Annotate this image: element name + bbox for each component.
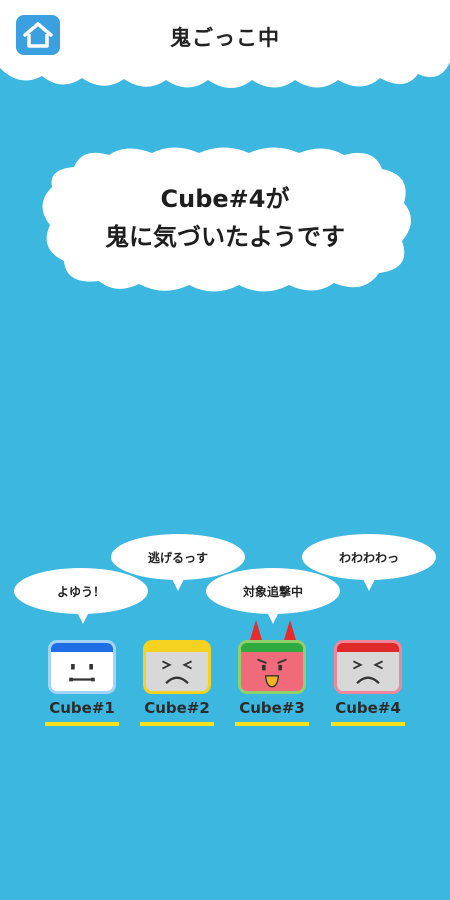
bubble-tail-cube1 [76, 610, 90, 624]
cube-3[interactable] [238, 640, 306, 694]
cube-2[interactable] [143, 640, 211, 694]
cube-4-face-icon [353, 660, 383, 684]
cube-1[interactable] [48, 640, 116, 694]
speech-bubble-cube3: 対象追撃中 [206, 568, 340, 614]
cube-3-label: Cube#3 [239, 699, 305, 717]
bubble-tail-cube4 [362, 577, 376, 591]
message-line-1: Cube#4が [160, 185, 290, 213]
page-title: 鬼ごっこ中 [170, 26, 280, 50]
cube-2-label: Cube#2 [144, 699, 210, 717]
message-text: Cube#4が 鬼に気づいたようです [34, 180, 416, 256]
screen: 鬼ごっこ中 Cube#4が 鬼に気づいたようです よゆう！ 逃げるっす 対象追撃… [0, 0, 450, 900]
cube-4[interactable] [334, 640, 402, 694]
cube-4-top [337, 643, 399, 652]
bubble-text-cube4: わわわわっ [338, 550, 399, 565]
cube-2-underline [140, 722, 214, 726]
bubble-text-cube1: よゆう！ [56, 584, 105, 599]
cube-1-label: Cube#1 [49, 699, 115, 717]
cube-3-top [241, 643, 303, 652]
cube-3-underline [235, 722, 309, 726]
bubble-text-cube3: 対象追撃中 [242, 584, 303, 599]
speech-bubble-cube2: 逃げるっす [111, 534, 245, 580]
cube-1-face-icon [69, 664, 95, 682]
message-line-2: 鬼に気づいたようです [105, 223, 345, 251]
cube-2-top [146, 643, 208, 652]
cube-1-underline [45, 722, 119, 726]
bubble-text-cube2: 逃げるっす [147, 550, 208, 565]
bubble-tail-cube2 [171, 577, 185, 591]
cube-4-underline [331, 722, 405, 726]
cube-3-face-icon [257, 658, 287, 688]
speech-bubble-cube1: よゆう！ [14, 568, 148, 614]
oni-horns-icon [250, 620, 296, 640]
cube-2-face-icon [162, 660, 192, 684]
speech-bubble-cube4: わわわわっ [302, 534, 436, 580]
cube-1-top [51, 643, 113, 652]
cube-4-label: Cube#4 [335, 699, 401, 717]
